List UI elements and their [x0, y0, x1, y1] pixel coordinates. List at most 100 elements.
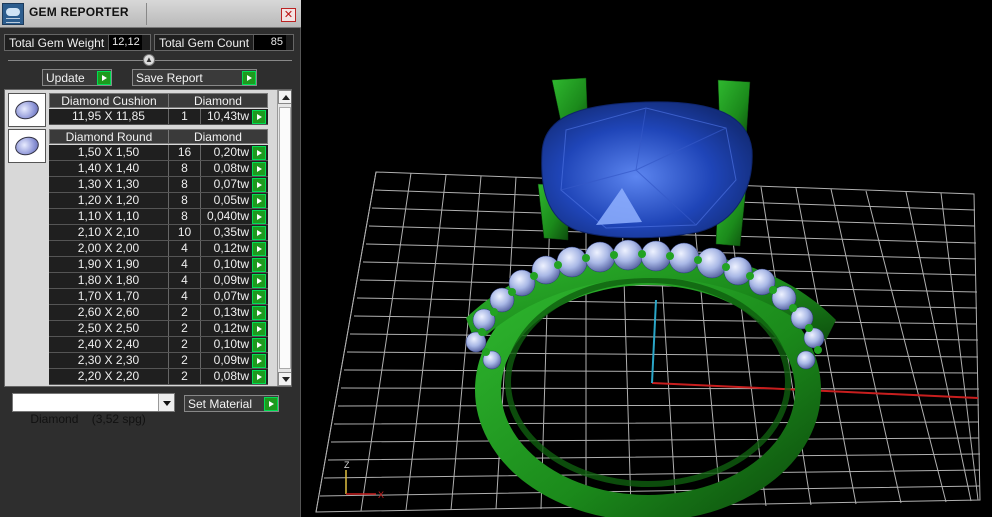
scroll-thumb[interactable]	[279, 107, 291, 369]
gizmo-z-label: Z	[344, 460, 350, 470]
table-row[interactable]: 2,40 X 2,40 2 0,10tw	[49, 337, 268, 353]
center-cushion-stone	[541, 101, 753, 239]
table-row[interactable]: 2,20 X 2,20 2 0,08tw	[49, 369, 268, 385]
table-row[interactable]: 1,50 X 1,50 16 0,20tw	[49, 145, 268, 161]
table-row[interactable]: 1,80 X 1,80 4 0,09tw	[49, 273, 268, 289]
3d-scene: Z X	[315, 77, 981, 517]
play-arrow-icon[interactable]	[252, 226, 266, 240]
group-shape-label: Diamond Cushion	[50, 94, 169, 108]
play-arrow-icon[interactable]	[252, 162, 266, 176]
gem-reporter-panel: GEM REPORTER ✕ Total Gem Weight 12,12 To…	[0, 0, 301, 517]
play-arrow-icon[interactable]	[252, 354, 266, 368]
table-row[interactable]: 2,30 X 2,30 2 0,09tw	[49, 353, 268, 369]
gem-count: 4	[169, 257, 201, 272]
total-gem-weight: Total Gem Weight 12,12	[4, 34, 151, 51]
gem-weight: 0,10tw	[213, 337, 249, 351]
close-icon[interactable]: ✕	[281, 8, 296, 22]
play-arrow-icon[interactable]	[252, 306, 266, 320]
chevron-down-icon[interactable]	[158, 394, 174, 411]
gem-count: 4	[169, 241, 201, 256]
material-dropdown-value: Diamond (3,52 spg)	[30, 412, 146, 426]
play-arrow-icon[interactable]	[252, 338, 266, 352]
gem-weight: 0,09tw	[213, 353, 249, 367]
total-gem-count: Total Gem Count 85	[154, 34, 294, 51]
gem-size: 1,80 X 1,80	[49, 273, 169, 288]
update-button-label: Update	[46, 70, 85, 85]
play-arrow-icon[interactable]	[252, 322, 266, 336]
gem-size: 11,95 X 11,85	[49, 109, 169, 124]
gem-size: 2,30 X 2,30	[49, 353, 169, 368]
total-gem-count-label: Total Gem Count	[159, 35, 250, 50]
gem-size: 1,70 X 1,70	[49, 289, 169, 304]
table-row[interactable]: 2,10 X 2,10 10 0,35tw	[49, 225, 268, 241]
total-gem-weight-value: 12,12	[108, 35, 143, 50]
gem-size: 1,20 X 1,20	[49, 193, 169, 208]
gem-size: 1,30 X 1,30	[49, 177, 169, 192]
gem-reporter-app-icon	[2, 3, 24, 25]
table-row[interactable]: 2,60 X 2,60 2 0,13tw	[49, 305, 268, 321]
gem-list: Diamond Cushion Diamond 11,95 X 11,85 1 …	[4, 89, 292, 387]
gem-count: 8	[169, 209, 201, 224]
play-arrow-icon[interactable]	[252, 210, 266, 224]
gem-weight: 0,35tw	[213, 225, 249, 239]
gem-count: 1	[169, 109, 201, 124]
play-arrow-icon[interactable]	[252, 242, 266, 256]
group-material-label: Diamond	[193, 130, 242, 144]
play-arrow-icon[interactable]	[252, 146, 266, 160]
play-arrow-icon[interactable]	[252, 258, 266, 272]
play-arrow-icon[interactable]	[252, 178, 266, 192]
gem-size: 1,50 X 1,50	[49, 145, 169, 160]
axis-gizmo: Z X	[344, 460, 384, 500]
gem-weight: 0,07tw	[213, 177, 249, 191]
gem-count: 8	[169, 177, 201, 192]
gem-weight: 0,040tw	[206, 209, 249, 223]
table-row[interactable]: 1,40 X 1,40 8 0,08tw	[49, 161, 268, 177]
gem-count: 2	[169, 337, 201, 352]
play-arrow-icon	[242, 70, 256, 85]
gem-count: 16	[169, 145, 201, 160]
scroll-up-icon[interactable]	[278, 90, 291, 104]
gem-size: 1,90 X 1,90	[49, 257, 169, 272]
set-material-button[interactable]: Set Material	[184, 395, 279, 412]
gem-weight: 10,43tw	[206, 109, 249, 123]
title-separator	[146, 3, 147, 25]
table-row[interactable]: 1,10 X 1,10 8 0,040tw	[49, 209, 268, 225]
3d-viewport[interactable]: Z X	[306, 0, 992, 517]
table-row[interactable]: 11,95 X 11,85 1 10,43tw	[49, 109, 268, 125]
table-row[interactable]: 1,90 X 1,90 4 0,10tw	[49, 257, 268, 273]
table-row[interactable]: 1,30 X 1,30 8 0,07tw	[49, 177, 268, 193]
scroll-down-icon[interactable]	[278, 372, 291, 386]
play-arrow-icon[interactable]	[252, 370, 266, 384]
save-report-button[interactable]: Save Report	[132, 69, 257, 86]
table-row[interactable]: 1,20 X 1,20 8 0,05tw	[49, 193, 268, 209]
gem-weight: 0,20tw	[213, 145, 249, 159]
play-arrow-icon[interactable]	[252, 290, 266, 304]
play-arrow-icon[interactable]	[252, 194, 266, 208]
collapse-toggle-icon[interactable]: ▲	[143, 54, 155, 66]
window-title: GEM REPORTER	[29, 5, 129, 19]
table-row[interactable]: 1,70 X 1,70 4 0,07tw	[49, 289, 268, 305]
gem-size: 1,40 X 1,40	[49, 161, 169, 176]
play-arrow-icon[interactable]	[252, 110, 266, 124]
ring-shank	[475, 259, 821, 517]
gem-count: 8	[169, 193, 201, 208]
gem-weight: 0,12tw	[213, 321, 249, 335]
table-row[interactable]: 2,50 X 2,50 2 0,12tw	[49, 321, 268, 337]
gizmo-x-label: X	[378, 490, 384, 500]
cushion-gem-thumbnail	[8, 93, 46, 127]
gem-weight: 0,08tw	[213, 161, 249, 175]
update-button[interactable]: Update	[42, 69, 112, 86]
material-dropdown[interactable]: Diamond (3,52 spg)	[12, 393, 175, 426]
gem-count: 2	[169, 369, 201, 384]
gem-size: 2,20 X 2,20	[49, 369, 169, 384]
play-arrow-icon	[97, 70, 111, 85]
gem-weight: 0,09tw	[213, 273, 249, 287]
table-row[interactable]: 2,00 X 2,00 4 0,12tw	[49, 241, 268, 257]
cushion-gem-icon	[13, 98, 41, 122]
play-arrow-icon[interactable]	[252, 274, 266, 288]
gem-list-scrollbar[interactable]	[277, 90, 291, 386]
gem-size: 2,10 X 2,10	[49, 225, 169, 240]
group-header-round: Diamond Round Diamond	[49, 129, 268, 144]
gem-size: 2,50 X 2,50	[49, 321, 169, 336]
round-gem-icon	[13, 134, 41, 158]
